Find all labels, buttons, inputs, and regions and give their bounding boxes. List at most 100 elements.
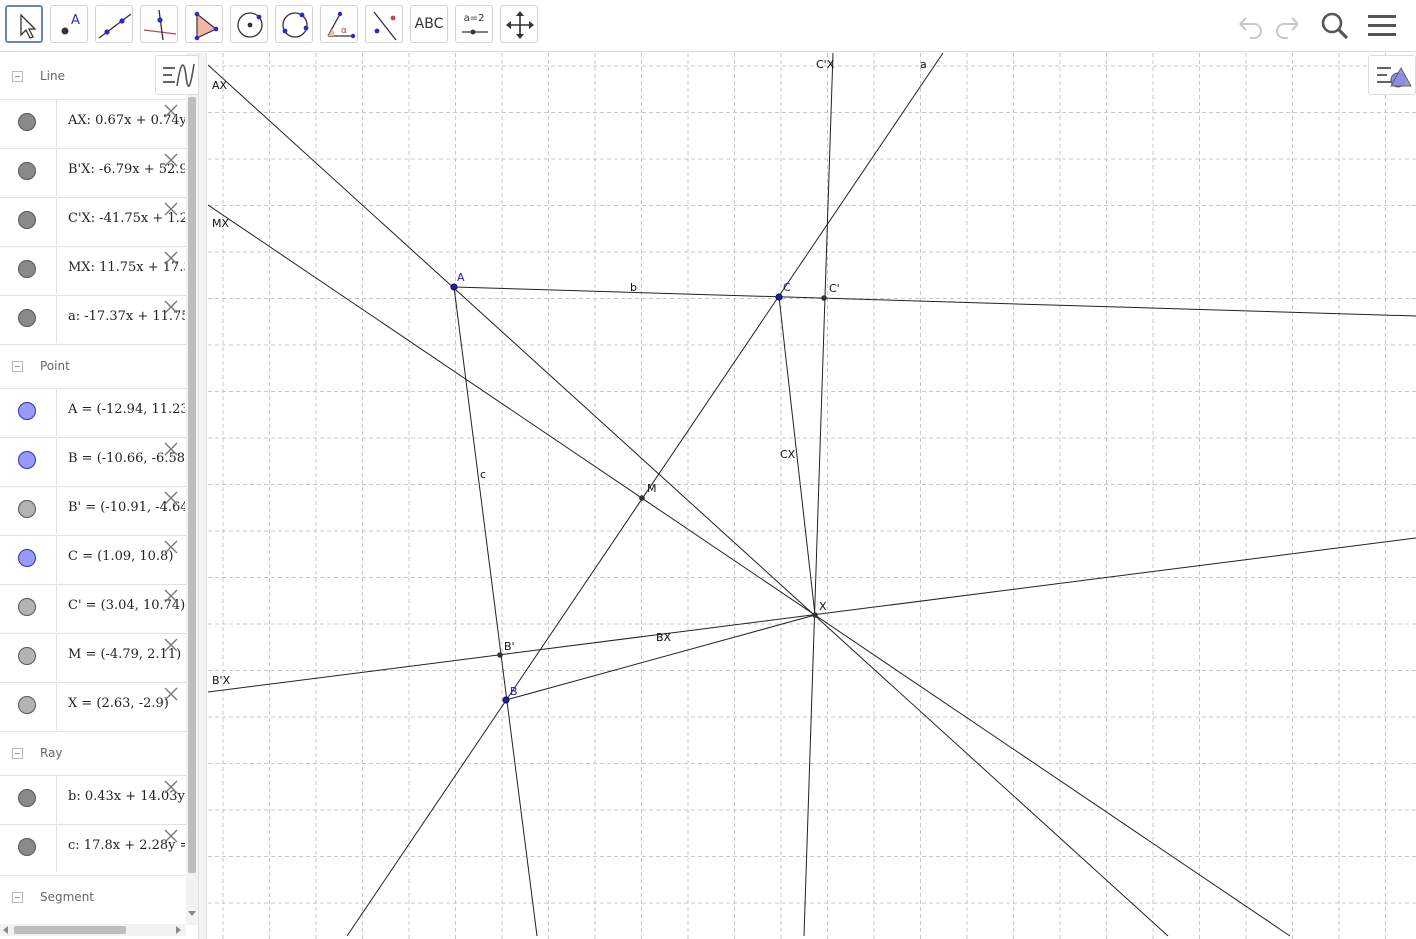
category-ray[interactable]: Ray <box>0 731 186 776</box>
visibility-toggle[interactable] <box>18 838 36 856</box>
line-a[interactable] <box>346 53 944 937</box>
close-icon[interactable] <box>161 488 181 508</box>
circle-tool[interactable] <box>230 5 268 43</box>
category-label: Segment <box>40 890 94 904</box>
visibility-toggle[interactable] <box>18 451 36 469</box>
label-CX: CX <box>780 448 796 461</box>
visibility-toggle[interactable] <box>18 789 36 807</box>
close-icon[interactable] <box>161 150 181 170</box>
algebra-style-bar-icon <box>163 63 195 87</box>
algebra-item-c[interactable]: c: 17.8x + 2.28y = <box>0 824 186 872</box>
point-label: M <box>647 482 657 495</box>
scroll-right-arrow-icon[interactable] <box>174 926 182 934</box>
close-icon[interactable] <box>161 297 181 317</box>
scroll-down-arrow-icon[interactable] <box>188 909 196 917</box>
algebra-item-AX[interactable]: AX: 0.67x + 0.74y = <box>0 99 186 147</box>
algebra-style-bar-button[interactable] <box>155 55 199 95</box>
polygon-tool[interactable] <box>185 5 223 43</box>
algebra-item-MX[interactable]: MX: 11.75x + 17.37y = <box>0 246 186 294</box>
algebra-item-A[interactable]: A = (-12.94, 11.23) <box>0 388 186 436</box>
arrow-cursor-icon <box>20 13 37 39</box>
circle-through-points-tool[interactable] <box>275 5 313 43</box>
reflect-tool[interactable] <box>365 5 403 43</box>
algebra-item-a[interactable]: a: -17.37x + 11.75y = <box>0 295 186 343</box>
close-icon[interactable] <box>161 777 181 797</box>
algebra-item-Bp[interactable]: B' = (-10.91, -4.64) <box>0 486 186 534</box>
visibility-toggle[interactable] <box>18 211 36 229</box>
point-tool[interactable]: A <box>50 5 88 43</box>
algebra-expression[interactable]: A = (-12.94, 11.23) <box>68 402 185 417</box>
label-b: b <box>630 281 637 294</box>
algebra-view: Line AX: 0.67x + 0.74y = B'X: -6.79x + 5… <box>0 53 198 939</box>
point-icon: A <box>61 13 80 35</box>
slider-tool[interactable]: a=2 <box>455 5 493 43</box>
close-icon[interactable] <box>161 826 181 846</box>
line-labels: AX MX B'X C'X a b c BX CX <box>212 58 927 687</box>
algebra-vertical-scrollbar[interactable] <box>186 53 198 925</box>
ray-c[interactable] <box>453 286 538 937</box>
collapse-icon[interactable] <box>12 71 23 82</box>
category-point[interactable]: Point <box>0 344 186 389</box>
line-tool[interactable] <box>95 5 133 43</box>
scrollbar-thumb[interactable] <box>188 97 196 873</box>
category-segment[interactable]: Segment <box>0 875 186 920</box>
visibility-toggle[interactable] <box>18 549 36 567</box>
visibility-toggle[interactable] <box>18 696 36 714</box>
close-icon[interactable] <box>161 101 181 121</box>
perpendicular-line-tool[interactable] <box>140 5 178 43</box>
visibility-toggle[interactable] <box>18 598 36 616</box>
algebra-horizontal-scrollbar[interactable] <box>0 924 186 936</box>
algebra-item-B[interactable]: B = (-10.66, -6.58) <box>0 437 186 485</box>
label-BX: BX <box>656 631 672 644</box>
line-MX[interactable] <box>208 204 1291 937</box>
graphics-view[interactable]: AX MX B'X C'X a b c BX CX A C C' M X B' … <box>208 53 1416 939</box>
view-divider[interactable] <box>198 53 207 939</box>
redo-icon[interactable] <box>1270 8 1306 44</box>
scrollbar-thumb[interactable] <box>14 926 126 934</box>
close-icon[interactable] <box>161 684 181 704</box>
algebra-item-CpX[interactable]: C'X: -41.75x + 1.28y = <box>0 197 186 245</box>
algebra-item-b[interactable]: b: 0.43x + 14.03y = <box>0 775 186 823</box>
visibility-toggle[interactable] <box>18 647 36 665</box>
point-M[interactable]: M <box>639 482 657 501</box>
collapse-icon[interactable] <box>12 892 23 903</box>
perpendicular-line-icon <box>143 9 177 41</box>
graphics-style-bar-button[interactable] <box>1368 55 1416 95</box>
label-a: a <box>920 58 927 71</box>
undo-icon[interactable] <box>1232 8 1268 44</box>
close-icon[interactable] <box>161 586 181 606</box>
angle-tool[interactable]: α <box>320 5 358 43</box>
close-icon[interactable] <box>161 537 181 557</box>
visibility-toggle[interactable] <box>18 402 36 420</box>
text-tool[interactable]: ABC <box>410 5 448 43</box>
algebra-item-BpX[interactable]: B'X: -6.79x + 52.97y = <box>0 148 186 196</box>
close-icon[interactable] <box>161 199 181 219</box>
move-graphics-tool[interactable] <box>500 5 538 43</box>
search-icon[interactable] <box>1317 8 1353 44</box>
algebra-item-C[interactable]: C = (1.09, 10.8) <box>0 535 186 583</box>
visibility-toggle[interactable] <box>18 500 36 518</box>
visibility-toggle[interactable] <box>18 113 36 131</box>
close-icon[interactable] <box>161 439 181 459</box>
label-AX: AX <box>212 79 228 92</box>
text-tool-label: ABC <box>414 16 444 32</box>
scroll-left-arrow-icon[interactable] <box>2 926 10 934</box>
graphics-canvas[interactable]: AX MX B'X C'X a b c BX CX A C C' M X B' … <box>208 53 1416 939</box>
visibility-toggle[interactable] <box>18 309 36 327</box>
algebra-item-X[interactable]: X = (2.63, -2.9) <box>0 682 186 730</box>
line-CpX[interactable] <box>803 53 834 937</box>
algebra-item-Cp[interactable]: C' = (3.04, 10.74) <box>0 584 186 632</box>
collapse-icon[interactable] <box>12 748 23 759</box>
reflect-about-line-icon <box>373 11 397 41</box>
line-BpX[interactable] <box>208 537 1416 693</box>
visibility-toggle[interactable] <box>18 260 36 278</box>
close-icon[interactable] <box>161 635 181 655</box>
algebra-item-M[interactable]: M = (-4.79, 2.11) <box>0 633 186 681</box>
collapse-icon[interactable] <box>12 361 23 372</box>
move-tool[interactable] <box>5 5 43 43</box>
segment-BX[interactable] <box>505 614 816 701</box>
visibility-toggle[interactable] <box>18 162 36 180</box>
close-icon[interactable] <box>161 248 181 268</box>
ray-b[interactable] <box>453 286 1416 317</box>
hamburger-menu-icon[interactable] <box>1364 8 1400 44</box>
